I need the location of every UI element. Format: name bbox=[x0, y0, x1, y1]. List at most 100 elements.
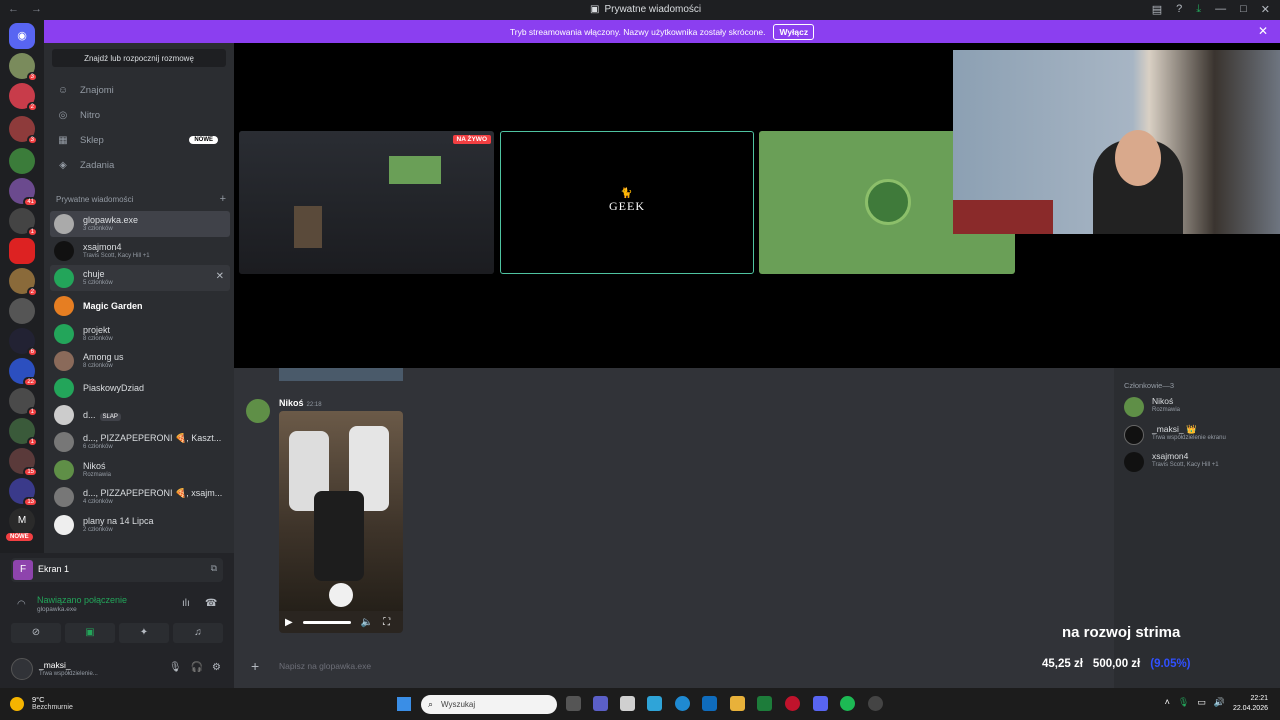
minimize-icon[interactable]: — bbox=[1215, 3, 1226, 16]
xbox-icon[interactable] bbox=[757, 696, 772, 711]
server-icon[interactable]: 13 bbox=[9, 478, 38, 507]
member-item[interactable]: Nikoś Rozmawia bbox=[1124, 395, 1274, 419]
close-window-icon[interactable]: ✕ bbox=[1261, 3, 1270, 16]
dm-item[interactable]: glopawka.exe 3 członków bbox=[50, 211, 230, 237]
play-icon[interactable]: ▶ bbox=[285, 617, 293, 628]
obs-icon[interactable] bbox=[868, 696, 883, 711]
server-icon[interactable]: 1 bbox=[9, 388, 38, 417]
message-author[interactable]: Nikoś 22:18 bbox=[279, 398, 322, 408]
dm-item[interactable]: plany na 14 Lipca 2 członków bbox=[50, 512, 230, 538]
close-icon[interactable]: ✕ bbox=[1258, 24, 1268, 38]
dm-item[interactable]: Among us 8 członków bbox=[50, 348, 230, 374]
help-icon[interactable]: ? bbox=[1176, 3, 1182, 16]
dm-search-input[interactable]: Znajdź lub rozpocznij rozmowę bbox=[52, 49, 226, 67]
display-icon[interactable]: ▭ bbox=[1197, 697, 1206, 708]
nav-quests[interactable]: ◈ Zadania bbox=[52, 154, 226, 176]
microphone-icon[interactable]: 🎙 bbox=[169, 662, 182, 673]
create-dm-icon[interactable]: + bbox=[220, 193, 226, 205]
back-arrow-icon[interactable]: ← bbox=[8, 3, 19, 15]
nav-nitro[interactable]: ◎ Nitro bbox=[52, 104, 226, 126]
disable-streamer-mode-button[interactable]: Wyłącz bbox=[773, 23, 815, 40]
server-icon[interactable] bbox=[9, 148, 35, 174]
server-icon[interactable]: M bbox=[9, 508, 35, 534]
dm-item[interactable]: Nikoś Rozmawia bbox=[50, 457, 230, 483]
soundboard-icon[interactable]: ♫ bbox=[173, 623, 223, 643]
dm-item[interactable]: d..., PIZZAPEPERONI 🍕, xsajm... 4 członk… bbox=[50, 484, 230, 510]
server-icon[interactable] bbox=[9, 238, 35, 264]
volume-icon[interactable]: 🔈 bbox=[361, 617, 373, 628]
nav-friends[interactable]: ☺ Znajomi bbox=[52, 79, 226, 101]
server-icon[interactable] bbox=[9, 298, 35, 324]
previous-video[interactable] bbox=[279, 368, 403, 381]
taskbar-search-input[interactable]: ⌕ Wyszukaj bbox=[421, 695, 557, 714]
attach-plus-icon[interactable]: + bbox=[251, 658, 259, 674]
download-icon[interactable]: ⤓ bbox=[1196, 3, 1201, 16]
spotify-icon[interactable] bbox=[840, 696, 855, 711]
message-input[interactable]: Napisz na glopawka.exe bbox=[279, 661, 371, 671]
task-view-icon[interactable] bbox=[566, 696, 581, 711]
member-item[interactable]: xsajmon4 Travis Scott, Kacy Hill +1 bbox=[1124, 450, 1274, 474]
title-bar: ← → ▣ Prywatne wiadomości ▤ ? ⤓ — □ ✕ bbox=[0, 0, 1280, 20]
server-icon[interactable]: 3 bbox=[9, 53, 38, 82]
store-icon[interactable] bbox=[620, 696, 635, 711]
member-item[interactable]: _maksi_ 👑 Trwa współdzielenie ekranu bbox=[1124, 423, 1274, 447]
dm-item[interactable]: projekt 8 członków bbox=[50, 321, 230, 347]
mic-tray-icon[interactable]: 🎙 bbox=[1178, 697, 1189, 708]
dm-item[interactable]: PiaskowyDziad bbox=[50, 375, 230, 401]
avatar bbox=[54, 432, 74, 452]
server-icon[interactable]: 41 bbox=[9, 178, 38, 207]
disconnect-icon[interactable]: ☎ bbox=[205, 598, 217, 609]
fullscreen-icon[interactable]: ⛶ bbox=[383, 617, 390, 628]
dm-item[interactable]: d... SLAP bbox=[50, 402, 230, 428]
dm-item[interactable]: chuje 5 członków ✕ bbox=[50, 265, 230, 291]
server-icon[interactable]: 22 bbox=[9, 358, 38, 387]
server-icon[interactable]: 1 bbox=[9, 208, 38, 237]
copilot-icon[interactable] bbox=[647, 696, 662, 711]
weather-widget[interactable]: 9°C Bezchmurnie bbox=[10, 695, 73, 711]
screen-share-icon[interactable]: ▣ bbox=[65, 623, 115, 643]
file-explorer-icon[interactable] bbox=[730, 696, 745, 711]
dm-sub: 3 członków bbox=[83, 226, 113, 232]
server-icon[interactable]: 3 bbox=[9, 116, 38, 145]
inbox-button-icon[interactable]: ▤ bbox=[1152, 3, 1162, 16]
volume-slider[interactable] bbox=[302, 620, 351, 624]
camera-off-icon[interactable]: ⊘ bbox=[11, 623, 61, 643]
avatar[interactable] bbox=[246, 399, 270, 423]
dm-item[interactable]: Magic Garden bbox=[50, 293, 230, 319]
forward-arrow-icon[interactable]: → bbox=[31, 3, 42, 15]
opera-gx-icon[interactable] bbox=[785, 696, 800, 711]
user-panel[interactable]: _maksi_ Trwa współdzielenie... 🎙 🎧 ⚙ bbox=[11, 656, 223, 684]
server-icon[interactable]: 2 bbox=[9, 83, 38, 112]
nav-shop[interactable]: ▦ Sklep NOWE bbox=[52, 129, 226, 151]
voice-channel[interactable]: glopawka.exe bbox=[37, 606, 77, 613]
windows-start-icon[interactable] bbox=[397, 697, 411, 711]
chevron-up-icon[interactable]: ˄ bbox=[1165, 697, 1170, 708]
edge-icon[interactable] bbox=[675, 696, 690, 711]
settings-gear-icon[interactable]: ⚙ bbox=[212, 662, 221, 673]
server-icon[interactable]: 15 bbox=[9, 448, 38, 477]
dm-item[interactable]: d..., PIZZAPEPERONI 🍕, Kaszt... 6 członk… bbox=[50, 429, 230, 455]
server-icon[interactable]: 1 bbox=[9, 418, 38, 447]
member-status: Travis Scott, Kacy Hill +1 bbox=[1152, 462, 1219, 468]
nav-label: Nitro bbox=[80, 109, 101, 121]
noise-suppression-icon[interactable]: ılı bbox=[182, 598, 190, 609]
mail-icon[interactable] bbox=[702, 696, 717, 711]
discord-taskbar-icon[interactable] bbox=[813, 696, 828, 711]
headphones-icon[interactable]: 🎧 bbox=[191, 662, 203, 673]
voice-status[interactable]: Nawiązano połączenie bbox=[37, 595, 127, 605]
taskbar-clock[interactable]: 22:21 22.04.2026 bbox=[1233, 694, 1268, 714]
popout-icon[interactable]: ⧉ bbox=[211, 563, 217, 574]
participant-tile[interactable]: 🐈 GEEK bbox=[500, 131, 754, 274]
close-dm-icon[interactable]: ✕ bbox=[216, 271, 224, 282]
activities-icon[interactable]: ✦ bbox=[119, 623, 169, 643]
stream-tile[interactable]: NA ŻYWO bbox=[239, 131, 494, 274]
dm-item[interactable]: xsajmon4 Travis Scott, Kacy Hill +1 bbox=[50, 238, 230, 264]
maximize-icon[interactable]: □ bbox=[1240, 3, 1247, 16]
server-icon[interactable]: 6 bbox=[9, 328, 38, 357]
server-icon[interactable]: 2 bbox=[9, 268, 38, 297]
teams-icon[interactable] bbox=[593, 696, 608, 711]
discord-home-button[interactable]: ◉ bbox=[9, 23, 35, 49]
video-attachment[interactable] bbox=[279, 411, 403, 633]
screen-share-item[interactable]: F Ekran 1 ⧉ bbox=[11, 558, 223, 582]
speaker-icon[interactable]: 🔊 bbox=[1214, 697, 1225, 708]
